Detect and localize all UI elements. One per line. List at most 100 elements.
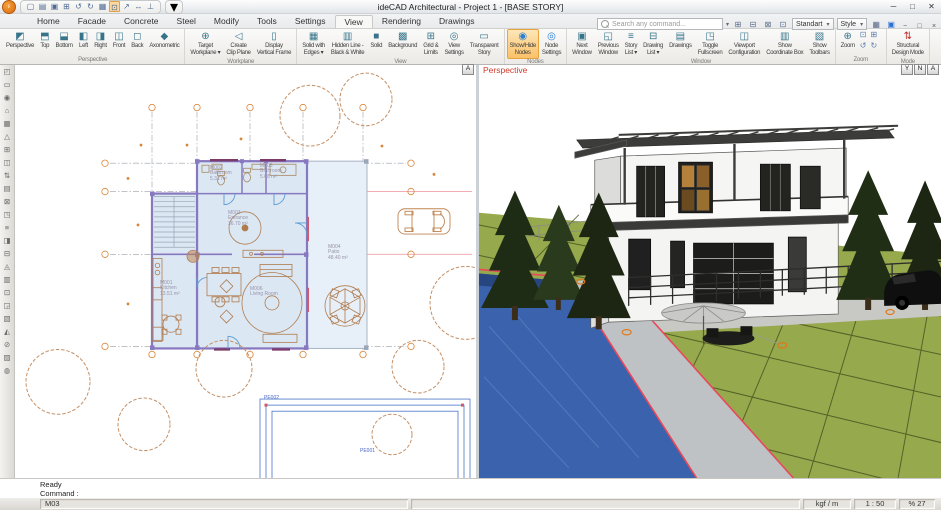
plan-canvas[interactable]: [14, 63, 476, 478]
tab-steel[interactable]: Steel: [168, 15, 205, 28]
tab-tools[interactable]: Tools: [248, 15, 286, 28]
bottom-button[interactable]: ⬓Bottom: [53, 29, 76, 57]
door-tool-icon[interactable]: ⇅: [1, 170, 13, 181]
zoom-button[interactable]: ⊕Zoom: [838, 29, 858, 57]
search-dropdown-icon[interactable]: ▾: [726, 21, 729, 28]
command-line-area[interactable]: Ready Command :: [0, 478, 941, 498]
rotate-tool-icon[interactable]: ▧: [1, 313, 13, 324]
grid-limits-button[interactable]: ⊞Grid & Limits: [420, 29, 441, 59]
perspective-corner-button-y[interactable]: Y: [901, 64, 913, 75]
back-button[interactable]: ◻Back: [128, 29, 146, 57]
dimension-tool-icon[interactable]: ⊟: [1, 248, 13, 259]
style-manager-icon[interactable]: ▦: [870, 19, 882, 30]
top-button[interactable]: ⬒Top: [37, 29, 52, 57]
tab-view[interactable]: View: [335, 15, 373, 28]
perspective-canvas[interactable]: [479, 63, 941, 478]
plan-viewport[interactable]: A M002Bathroom5.31 m²M005Bathroom5.68 m²…: [14, 63, 479, 478]
solid-with-edges-button[interactable]: ▦Solid with Edges ▾: [299, 29, 328, 59]
minimize-button[interactable]: ─: [884, 0, 903, 13]
drawing-list-button[interactable]: ⊟Drawing List ▾: [640, 29, 666, 59]
measure-tool-icon[interactable]: ▨: [1, 352, 13, 363]
tab-drawings[interactable]: Drawings: [430, 15, 483, 28]
hatch-tool-icon[interactable]: ▥: [1, 274, 13, 285]
doc-minimize-button[interactable]: −: [900, 23, 910, 30]
viewport-configuration-button[interactable]: ◫Viewport Configuration: [725, 29, 763, 59]
roof-tool-icon[interactable]: ◳: [1, 209, 13, 220]
tab-rendering[interactable]: Rendering: [373, 15, 430, 28]
column-tool-icon[interactable]: ▦: [1, 118, 13, 129]
show-toolbars-button[interactable]: ▧Show Toolbars: [806, 29, 832, 59]
solid-button[interactable]: ■Solid: [367, 29, 385, 59]
export-icon[interactable]: ⊟: [747, 19, 759, 30]
axonometric-button[interactable]: ◆Axonometric: [146, 29, 182, 57]
wall-tool-icon[interactable]: ⊞: [1, 144, 13, 155]
redo-icon[interactable]: ↻: [85, 1, 96, 12]
tab-modify[interactable]: Modify: [205, 15, 248, 28]
library-icon[interactable]: ⊞: [61, 1, 72, 12]
front-button[interactable]: ◫Front: [110, 29, 129, 57]
create-clip-plane-button[interactable]: ◁Create Clip Plane: [223, 29, 253, 59]
display-vertical-frame-button[interactable]: ▯Display Vertical Frame: [254, 29, 294, 59]
command-search-input[interactable]: Search any command...: [597, 18, 723, 30]
perspective-viewport[interactable]: Perspective YNA: [479, 63, 941, 478]
delete-style-icon[interactable]: ⊠: [762, 19, 774, 30]
save-file-icon[interactable]: ▣: [49, 1, 60, 12]
quick-access-overflow-icon[interactable]: ▾: [165, 0, 183, 14]
copy-tool-icon[interactable]: ⊡: [1, 287, 13, 298]
new-file-icon[interactable]: ▢: [25, 1, 36, 12]
help-icon[interactable]: ▣: [885, 19, 897, 30]
show-coordinate-box-button[interactable]: ▥Show Coordinate Box: [763, 29, 806, 59]
foundation-tool-icon[interactable]: ≡: [1, 222, 13, 233]
tab-concrete[interactable]: Concrete: [115, 15, 168, 28]
plan-corner-button[interactable]: A: [462, 64, 474, 75]
text-tool-icon[interactable]: ◬: [1, 261, 13, 272]
perspective-button[interactable]: ◩Perspective: [3, 29, 37, 57]
trim-tool-icon[interactable]: ⊘: [1, 339, 13, 350]
select-tool-icon[interactable]: ◰: [1, 66, 13, 77]
drawings-button[interactable]: ▤Drawings: [666, 29, 695, 59]
next-window-button[interactable]: ▣Next Window: [569, 29, 595, 59]
zoom-previous-button[interactable]: ↺: [858, 40, 869, 51]
import-icon[interactable]: ⊞: [732, 19, 744, 30]
story-list-button[interactable]: ≡Story List ▾: [622, 29, 641, 59]
undo-icon[interactable]: ↺: [73, 1, 84, 12]
orbit-button[interactable]: ↻: [868, 40, 879, 51]
tab-facade[interactable]: Facade: [69, 15, 115, 28]
close-button[interactable]: ✕: [922, 0, 941, 13]
standart-combo[interactable]: Standart ▾: [792, 18, 833, 30]
perspective-corner-button-a[interactable]: A: [927, 64, 939, 75]
doc-restore-button[interactable]: □: [915, 23, 925, 30]
find-tool-icon[interactable]: ◍: [1, 365, 13, 376]
layers-tool-icon[interactable]: ⌂: [1, 105, 13, 116]
beam-tool-icon[interactable]: △: [1, 131, 13, 142]
snap-settings-icon[interactable]: ⊡: [109, 1, 120, 12]
window-tool-icon[interactable]: ▤: [1, 183, 13, 194]
toggle-fullscreen-button[interactable]: ◳Toggle Fullscreen: [695, 29, 726, 59]
apply-style-icon[interactable]: ⊡: [777, 19, 789, 30]
hidden-line-black-white-button[interactable]: ▥Hidden Line - Black & White: [328, 29, 367, 59]
previous-window-button[interactable]: ◱Previous Window: [595, 29, 622, 59]
stairs-tool-icon[interactable]: ⊠: [1, 196, 13, 207]
mirror-tool-icon[interactable]: ◭: [1, 326, 13, 337]
left-button[interactable]: ◧Left: [76, 29, 91, 57]
dimension-icon[interactable]: ↔: [133, 1, 144, 12]
transparent-story-button[interactable]: ▭Transparent Story: [467, 29, 502, 59]
zoom-tool-icon[interactable]: ▭: [1, 79, 13, 90]
move-tool-icon[interactable]: ◲: [1, 300, 13, 311]
structural-design-mode-button[interactable]: ⇅Structural Design Mode: [889, 29, 927, 59]
open-file-icon[interactable]: ▤: [37, 1, 48, 12]
view-settings-button[interactable]: ◎View Settings: [441, 29, 466, 59]
axis-icon[interactable]: ⊥: [145, 1, 156, 12]
tab-home[interactable]: Home: [28, 15, 69, 28]
maximize-button[interactable]: □: [903, 0, 922, 13]
perspective-corner-button-n[interactable]: N: [914, 64, 926, 75]
right-button[interactable]: ◨Right: [91, 29, 110, 57]
doc-close-button[interactable]: ×: [929, 23, 939, 30]
tab-settings[interactable]: Settings: [286, 15, 335, 28]
show-hide-nodes-button[interactable]: ◉Show/Hide Nodes: [507, 29, 539, 59]
slab-tool-icon[interactable]: ◫: [1, 157, 13, 168]
image-export-icon[interactable]: ▦: [97, 1, 108, 12]
style-combo[interactable]: Style ▾: [837, 18, 868, 30]
pan-tool-icon[interactable]: ◉: [1, 92, 13, 103]
target-workplane-button[interactable]: ⊕Target Workplane ▾: [187, 29, 223, 59]
